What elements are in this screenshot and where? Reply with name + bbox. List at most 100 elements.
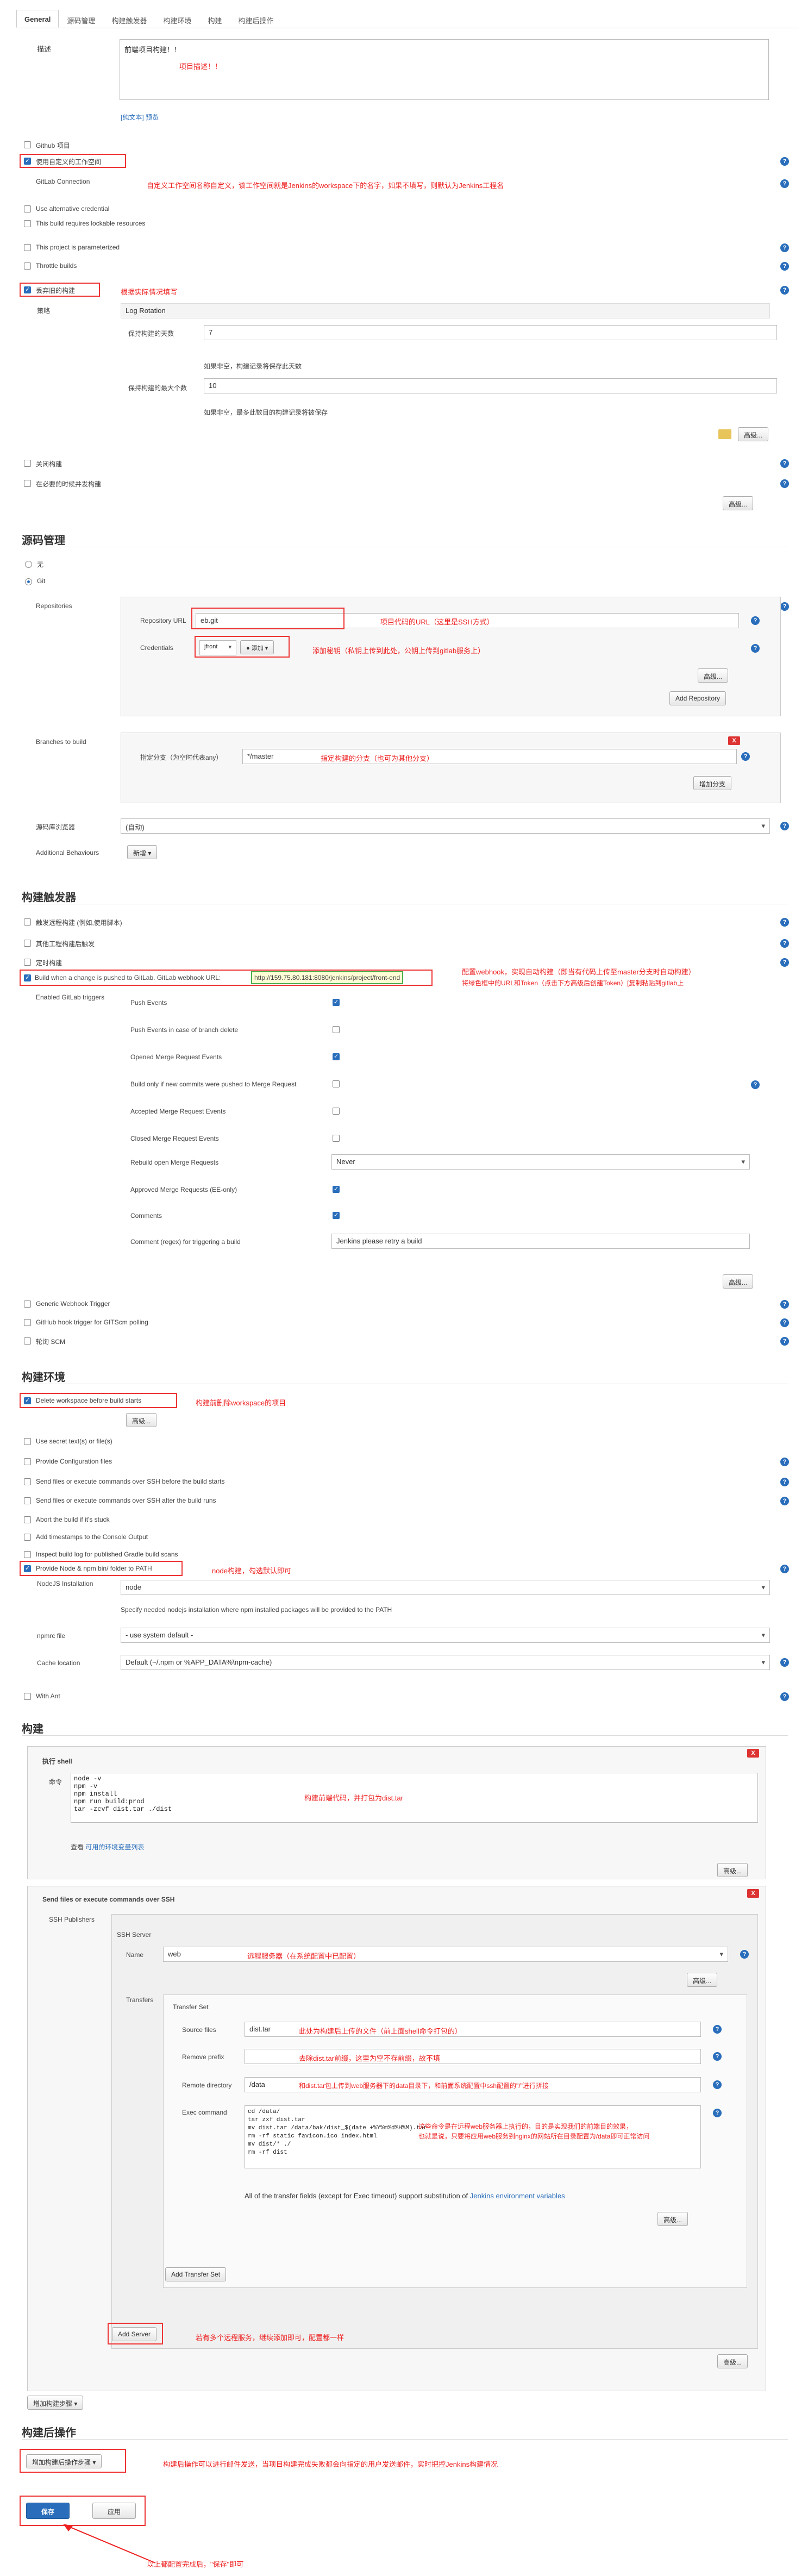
max-builds-input[interactable]: 10 [204, 378, 777, 393]
help-icon[interactable]: ? [780, 157, 789, 166]
general-advanced-button[interactable]: 高级... [738, 427, 769, 441]
comment-regex-input[interactable]: Jenkins please retry a build [331, 1234, 750, 1249]
triggers-advanced-button[interactable]: 高级... [723, 1274, 754, 1289]
trigger-item-checkbox[interactable] [333, 1135, 340, 1142]
throttle-checkbox[interactable] [24, 262, 31, 270]
general-advanced2-button[interactable]: 高级... [723, 496, 754, 510]
node-path-checkbox[interactable] [24, 1565, 31, 1572]
rebuild-select[interactable]: Never [331, 1154, 750, 1170]
help-icon[interactable]: ? [780, 1318, 789, 1327]
help-icon[interactable]: ? [780, 1497, 789, 1505]
help-icon[interactable]: ? [780, 822, 789, 830]
lockable-checkbox[interactable] [24, 220, 31, 227]
help-icon[interactable]: ? [780, 1458, 789, 1466]
help-icon[interactable]: ? [780, 918, 789, 927]
github-hook-checkbox[interactable] [24, 1319, 31, 1326]
ssh-advanced-button[interactable]: 高级... [717, 2354, 748, 2368]
trigger-item-checkbox[interactable] [333, 998, 340, 1006]
timestamps-checkbox[interactable] [24, 1534, 31, 1541]
gradle-checkbox[interactable] [24, 1551, 31, 1558]
pencil-icon[interactable] [718, 429, 731, 439]
scm-git-radio[interactable] [25, 578, 32, 585]
github-project-checkbox[interactable] [24, 141, 31, 148]
add-repository-button[interactable]: Add Repository [669, 691, 726, 705]
secret-checkbox[interactable] [24, 1438, 31, 1445]
add-build-step-button[interactable]: 增加构建步骤 ▾ [27, 2396, 84, 2410]
tab-scm[interactable]: 源码管理 [59, 10, 103, 28]
trigger-item-checkbox[interactable] [333, 1053, 340, 1060]
tab-build[interactable]: 构建 [199, 10, 230, 28]
periodic-checkbox[interactable] [24, 959, 31, 966]
browser-select[interactable]: (自动) [121, 818, 770, 834]
apply-button[interactable]: 应用 [92, 2503, 136, 2519]
help-icon[interactable]: ? [713, 2109, 722, 2117]
help-icon[interactable]: ? [713, 2052, 722, 2061]
delete-ssh-button[interactable]: X [747, 1889, 759, 1898]
parameterized-checkbox[interactable] [24, 244, 31, 251]
help-icon[interactable]: ? [751, 1080, 760, 1089]
help-icon[interactable]: ? [741, 752, 750, 761]
help-icon[interactable]: ? [780, 1478, 789, 1486]
npmrc-select[interactable]: - use system default - [121, 1628, 770, 1643]
help-icon[interactable]: ? [780, 286, 789, 295]
ssh-after-checkbox[interactable] [24, 1497, 31, 1504]
poll-scm-checkbox[interactable] [24, 1337, 31, 1345]
help-icon[interactable]: ? [780, 459, 789, 468]
env-vars-link[interactable]: 可用的环境变量列表 [85, 1843, 144, 1851]
help-icon[interactable]: ? [740, 1950, 749, 1959]
server-advanced-button[interactable]: 高级... [687, 1973, 718, 1987]
help-icon[interactable]: ? [780, 1692, 789, 1701]
help-icon[interactable]: ? [780, 1300, 789, 1309]
help-icon[interactable]: ? [713, 2025, 722, 2034]
add-transfer-set-button[interactable]: Add Transfer Set [165, 2267, 227, 2281]
close-build-checkbox[interactable] [24, 460, 31, 467]
help-icon[interactable]: ? [780, 262, 789, 271]
cache-select[interactable]: Default (~/.npm or %APP_DATA%\npm-cache) [121, 1655, 770, 1670]
ssh-before-checkbox[interactable] [24, 1478, 31, 1485]
shell-command-textarea[interactable] [71, 1773, 758, 1823]
delete-branch-button[interactable]: X [728, 736, 740, 745]
help-icon[interactable]: ? [780, 179, 789, 188]
delete-shell-button[interactable]: X [747, 1749, 759, 1758]
shell-advanced-button[interactable]: 高级... [717, 1863, 748, 1877]
help-icon[interactable]: ? [780, 479, 789, 488]
config-files-checkbox[interactable] [24, 1458, 31, 1465]
delete-workspace-checkbox[interactable] [24, 1397, 31, 1404]
tab-triggers[interactable]: 构建触发器 [103, 10, 155, 28]
help-icon[interactable]: ? [780, 939, 789, 948]
trigger-item-checkbox[interactable] [333, 1026, 340, 1033]
add-server-button[interactable]: Add Server [112, 2327, 157, 2341]
comments-checkbox[interactable] [333, 1211, 340, 1219]
tab-post-build[interactable]: 构建后操作 [230, 10, 281, 28]
help-icon[interactable]: ? [780, 958, 789, 967]
with-ant-checkbox[interactable] [24, 1693, 31, 1700]
behaviours-add-button[interactable]: 新增 ▾ [127, 845, 158, 859]
alt-credential-checkbox[interactable] [24, 205, 31, 212]
help-icon[interactable]: ? [780, 1337, 789, 1346]
trigger-item-checkbox[interactable] [333, 1108, 340, 1115]
save-button[interactable]: 保存 [26, 2503, 70, 2519]
help-icon[interactable]: ? [780, 1658, 789, 1667]
help-icon[interactable]: ? [780, 602, 789, 611]
approved-checkbox[interactable] [333, 1185, 340, 1193]
jenkins-env-link[interactable]: Jenkins environment variables [470, 2192, 565, 2200]
gitlab-push-checkbox[interactable] [24, 974, 31, 981]
env-advanced-button[interactable]: 高级... [126, 1413, 157, 1427]
add-post-step-button[interactable]: 增加构建后操作步骤 ▾ [26, 2454, 102, 2468]
discard-old-checkbox[interactable] [24, 286, 31, 293]
add-branch-button[interactable]: 增加分支 [693, 776, 732, 790]
node-install-select[interactable]: node [121, 1580, 770, 1595]
description-preview-link[interactable]: [纯文本] 预览 [121, 112, 159, 122]
help-icon[interactable]: ? [751, 644, 760, 653]
help-icon[interactable]: ? [780, 243, 789, 252]
transfer-advanced-button[interactable]: 高级... [657, 2212, 688, 2226]
scm-advanced-button[interactable]: 高级... [698, 668, 729, 683]
help-icon[interactable]: ? [751, 616, 760, 625]
custom-workspace-checkbox[interactable] [24, 157, 31, 165]
days-input[interactable]: 7 [204, 325, 777, 340]
generic-webhook-checkbox[interactable] [24, 1300, 31, 1308]
scm-none-radio[interactable] [25, 561, 32, 568]
concurrent-checkbox[interactable] [24, 480, 31, 487]
tab-general[interactable]: General [16, 10, 59, 28]
remote-trigger-checkbox[interactable] [24, 918, 31, 926]
